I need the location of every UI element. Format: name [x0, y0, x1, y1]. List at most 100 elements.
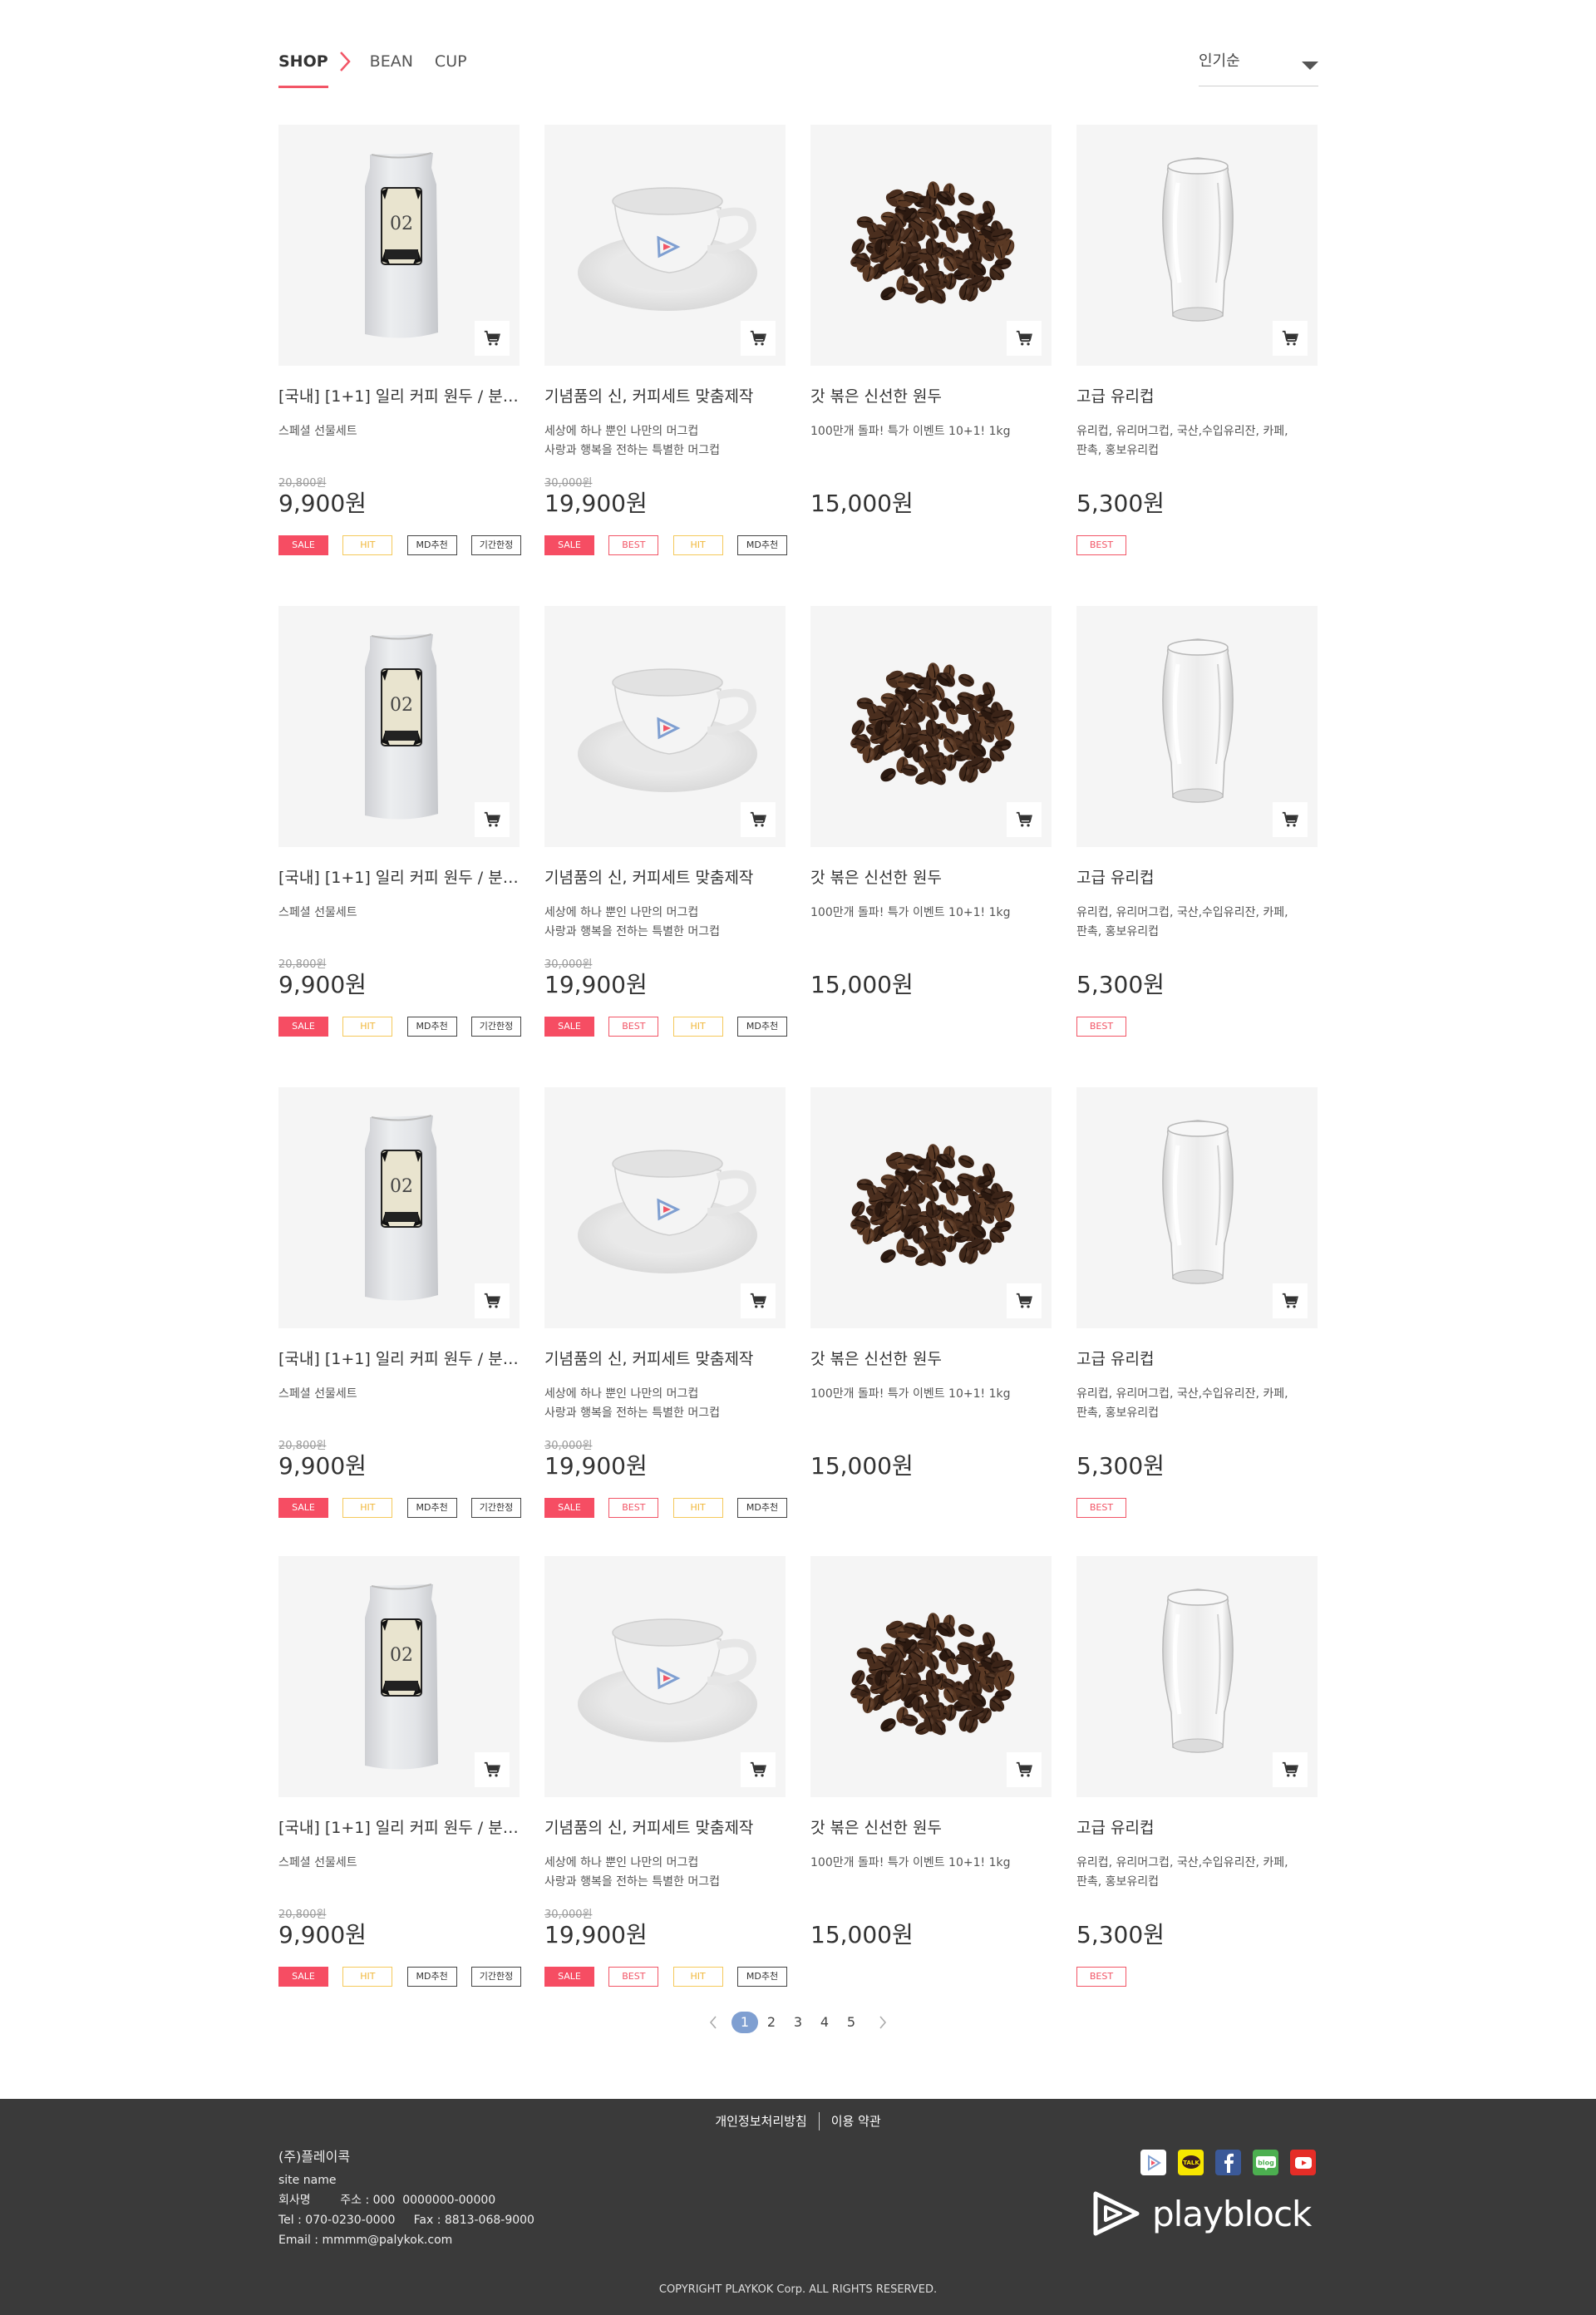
add-to-cart-button[interactable]	[741, 1283, 776, 1318]
product-description: 세상에 하나 뿐인 나만의 머그컵 사랑과 행복을 전하는 특별한 머그컵	[544, 1856, 720, 1889]
product-name[interactable]: 기념품의 신, 커피세트 맞춤제작	[544, 1348, 786, 1370]
product-card[interactable]: 갓 볶은 신선한 원두 100만개 돌파! 특가 이벤트 10+1! 1kg 1…	[810, 125, 1052, 574]
product-card[interactable]: 02 [국내] [1+1] 일리 커피 원두 / 분말 … 스페셜 선물세트 2…	[278, 1087, 521, 1536]
privacy-policy-link[interactable]: 개인정보처리방침	[703, 2112, 818, 2130]
product-name[interactable]: 고급 유리컵	[1076, 867, 1318, 889]
product-card[interactable]: 고급 유리컵 유리컵, 유리머그컵, 국산,수입유리잔, 카페, 판촉, 홍보유…	[1076, 1087, 1318, 1536]
product-image[interactable]	[544, 1556, 786, 1797]
badge-sale: SALE	[544, 1967, 594, 1987]
product-image[interactable]: 02	[278, 125, 520, 366]
product-image[interactable]	[810, 125, 1052, 366]
product-image[interactable]	[1076, 606, 1318, 847]
terms-link[interactable]: 이용 약관	[818, 2112, 893, 2130]
add-to-cart-button[interactable]	[475, 321, 510, 356]
product-name[interactable]: 고급 유리컵	[1076, 386, 1318, 407]
product-card[interactable]: 02 [국내] [1+1] 일리 커피 원두 / 분말 … 스페셜 선물세트 2…	[278, 125, 521, 574]
product-name[interactable]: [국내] [1+1] 일리 커피 원두 / 분말 …	[278, 867, 520, 889]
page-1[interactable]: 1	[732, 2012, 758, 2033]
add-to-cart-button[interactable]	[475, 1752, 510, 1787]
badge-hit: HIT	[342, 1017, 393, 1037]
product-name[interactable]: 고급 유리컵	[1076, 1348, 1318, 1370]
product-card[interactable]: 기념품의 신, 커피세트 맞춤제작 세상에 하나 뿐인 나만의 머그컵 사랑과 …	[544, 125, 787, 574]
product-image[interactable]	[810, 1087, 1052, 1328]
product-description: 세상에 하나 뿐인 나만의 머그컵 사랑과 행복을 전하는 특별한 머그컵	[544, 1387, 720, 1420]
add-to-cart-button[interactable]	[741, 1752, 776, 1787]
add-to-cart-button[interactable]	[1007, 802, 1042, 837]
playblock-logo-icon	[1093, 2191, 1140, 2236]
product-name[interactable]: 갓 볶은 신선한 원두	[810, 1348, 1052, 1370]
add-to-cart-button[interactable]	[475, 802, 510, 837]
cart-icon	[1016, 811, 1032, 827]
product-name[interactable]: [국내] [1+1] 일리 커피 원두 / 분말 …	[278, 386, 520, 407]
badge-sale: SALE	[544, 1017, 594, 1037]
page-3[interactable]: 3	[785, 2012, 811, 2033]
product-card[interactable]: 02 [국내] [1+1] 일리 커피 원두 / 분말 … 스페셜 선물세트 2…	[278, 606, 521, 1055]
product-image[interactable]: 02	[278, 1556, 520, 1797]
product-name[interactable]: [국내] [1+1] 일리 커피 원두 / 분말 …	[278, 1348, 520, 1370]
product-image[interactable]	[544, 1087, 786, 1328]
product-card[interactable]: 기념품의 신, 커피세트 맞춤제작 세상에 하나 뿐인 나만의 머그컵 사랑과 …	[544, 1087, 787, 1536]
add-to-cart-button[interactable]	[1273, 1283, 1308, 1318]
product-image[interactable]	[810, 1556, 1052, 1797]
product-description: 100만개 돌파! 특가 이벤트 10+1! 1kg	[810, 425, 1011, 438]
product-card[interactable]: 갓 볶은 신선한 원두 100만개 돌파! 특가 이벤트 10+1! 1kg 1…	[810, 1087, 1052, 1536]
product-card[interactable]: 기념품의 신, 커피세트 맞춤제작 세상에 하나 뿐인 나만의 머그컵 사랑과 …	[544, 606, 787, 1055]
product-name[interactable]: 갓 볶은 신선한 원두	[810, 1817, 1052, 1839]
add-to-cart-button[interactable]	[1007, 1752, 1042, 1787]
badge-best: BEST	[608, 1967, 659, 1987]
product-image[interactable]	[1076, 1556, 1318, 1797]
product-name[interactable]: 고급 유리컵	[1076, 1817, 1318, 1839]
badge-list: SALE BEST HIT MD추천	[544, 1498, 787, 1518]
product-card[interactable]: 고급 유리컵 유리컵, 유리머그컵, 국산,수입유리잔, 카페, 판촉, 홍보유…	[1076, 1556, 1318, 2005]
add-to-cart-button[interactable]	[1007, 1283, 1042, 1318]
facebook-icon[interactable]	[1215, 2150, 1241, 2175]
product-card[interactable]: 고급 유리컵 유리컵, 유리머그컵, 국산,수입유리잔, 카페, 판촉, 홍보유…	[1076, 606, 1318, 1055]
youtube-icon[interactable]	[1290, 2150, 1316, 2175]
product-image[interactable]	[1076, 125, 1318, 366]
product-name[interactable]: 기념품의 신, 커피세트 맞춤제작	[544, 386, 786, 407]
product-card[interactable]: 갓 볶은 신선한 원두 100만개 돌파! 특가 이벤트 10+1! 1kg 1…	[810, 606, 1052, 1055]
crumb-bean[interactable]: BEAN	[370, 52, 413, 90]
add-to-cart-button[interactable]	[741, 802, 776, 837]
add-to-cart-button[interactable]	[1273, 321, 1308, 356]
product-image[interactable]	[1076, 1087, 1318, 1328]
product-name[interactable]: 기념품의 신, 커피세트 맞춤제작	[544, 867, 786, 889]
product-image[interactable]: 02	[278, 1087, 520, 1328]
product-card[interactable]: 갓 볶은 신선한 원두 100만개 돌파! 특가 이벤트 10+1! 1kg 1…	[810, 1556, 1052, 2005]
badge-sale: SALE	[278, 1967, 328, 1987]
kakaotalk-icon[interactable]: TALK	[1178, 2150, 1204, 2175]
product-card[interactable]: 기념품의 신, 커피세트 맞춤제작 세상에 하나 뿐인 나만의 머그컵 사랑과 …	[544, 1556, 787, 2005]
product-price: 5,300원	[1076, 971, 1165, 998]
badge-limited: 기간한정	[470, 1967, 521, 1987]
add-to-cart-button[interactable]	[741, 321, 776, 356]
blog-icon[interactable]: blog	[1253, 2150, 1278, 2175]
cart-icon	[1016, 330, 1032, 346]
page-4[interactable]: 4	[811, 2012, 838, 2033]
prev-page-icon[interactable]	[707, 2014, 720, 2031]
crumb-cup[interactable]: CUP	[435, 52, 467, 90]
product-name[interactable]: 기념품의 신, 커피세트 맞춤제작	[544, 1817, 786, 1839]
crumb-shop[interactable]: SHOP	[278, 52, 328, 90]
product-name[interactable]: 갓 볶은 신선한 원두	[810, 867, 1052, 889]
product-image[interactable]	[544, 606, 786, 847]
product-price: 9,900원	[278, 1921, 367, 1948]
cart-icon	[1016, 1293, 1032, 1308]
add-to-cart-button[interactable]	[475, 1283, 510, 1318]
product-card[interactable]: 02 [국내] [1+1] 일리 커피 원두 / 분말 … 스페셜 선물세트 2…	[278, 1556, 521, 2005]
product-name[interactable]: [국내] [1+1] 일리 커피 원두 / 분말 …	[278, 1817, 520, 1839]
product-name[interactable]: 갓 볶은 신선한 원두	[810, 386, 1052, 407]
badge-best: BEST	[1076, 535, 1126, 555]
product-card[interactable]: 고급 유리컵 유리컵, 유리머그컵, 국산,수입유리잔, 카페, 판촉, 홍보유…	[1076, 125, 1318, 574]
page-2[interactable]: 2	[758, 2012, 785, 2033]
playblock-logo[interactable]: playblock	[1091, 2186, 1323, 2241]
product-image[interactable]: 02	[278, 606, 520, 847]
add-to-cart-button[interactable]	[1007, 321, 1042, 356]
add-to-cart-button[interactable]	[1273, 1752, 1308, 1787]
page-5[interactable]: 5	[838, 2012, 864, 2033]
playblock-icon[interactable]	[1140, 2150, 1166, 2175]
sort-select[interactable]: 인기순	[1199, 52, 1318, 86]
product-image[interactable]	[810, 606, 1052, 847]
add-to-cart-button[interactable]	[1273, 802, 1308, 837]
next-page-icon[interactable]	[876, 2014, 889, 2031]
product-image[interactable]	[544, 125, 786, 366]
